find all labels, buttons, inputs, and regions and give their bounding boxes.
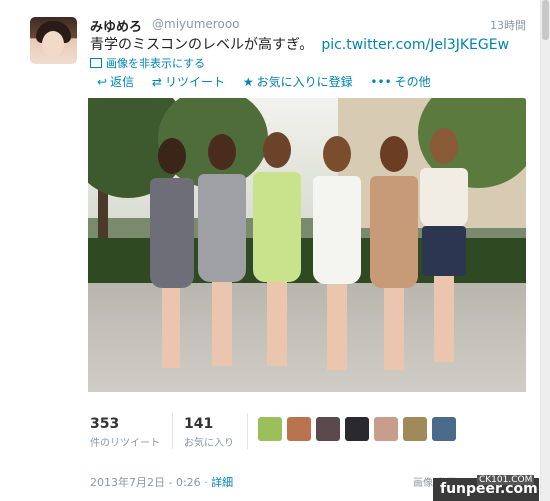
media-icon — [90, 58, 102, 68]
favorite-count[interactable]: 141 — [184, 416, 213, 432]
more-button[interactable]: ••• その他 — [370, 75, 430, 89]
avatar-face — [42, 31, 64, 57]
tweet-card: みゆめろ @miyumerooo 13時間 青学のミスコンのレベルが高すぎ。 pi… — [0, 0, 541, 501]
avatar[interactable] — [403, 417, 427, 441]
favorite-button[interactable]: ★ お気に入りに登録 — [243, 75, 353, 89]
tweet-text: 青学のミスコンのレベルが高すぎ。 pic.twitter.com/Jel3JKEG… — [90, 34, 509, 54]
more-dots-icon: ••• — [370, 75, 392, 89]
retweet-count-label: 件のリツイート — [90, 438, 160, 449]
date-separator: · — [204, 476, 208, 489]
stats-divider — [247, 413, 248, 449]
more-label: その他 — [394, 75, 431, 89]
retweet-count[interactable]: 353 — [90, 416, 119, 432]
retweet-button[interactable]: ⇄ リツイート — [152, 75, 225, 89]
hide-media-label: 画像を非表示にする — [106, 57, 206, 70]
avatar[interactable] — [287, 417, 311, 441]
tweet-actions: ↩ 返信 ⇄ リツイート ★ お気に入りに登録 ••• その他 — [97, 73, 445, 90]
display-name[interactable]: みゆめろ — [90, 16, 142, 35]
timestamp[interactable]: 13時間 — [490, 17, 526, 33]
watermark-main: funpeer.com — [440, 481, 538, 497]
favorite-label: お気に入りに登録 — [256, 75, 353, 89]
avatar[interactable] — [345, 417, 369, 441]
star-icon: ★ — [242, 75, 254, 89]
favorite-count-label: お気に入り — [184, 438, 234, 449]
avatar[interactable] — [374, 417, 398, 441]
scrollbar-thumb[interactable] — [542, 0, 549, 40]
avatar[interactable] — [316, 417, 340, 441]
avatar[interactable] — [258, 417, 282, 441]
tweet-media-link[interactable]: pic.twitter.com/Jel3JKEGEw — [321, 37, 509, 53]
photo-pavement — [88, 283, 526, 392]
detail-link[interactable]: 詳細 — [211, 476, 233, 489]
tweet-date: 2013年7月2日 - 0:26 · 詳細 — [90, 474, 233, 490]
retweet-icon: ⇄ — [151, 75, 162, 89]
avatar[interactable] — [30, 17, 77, 64]
reply-icon: ↩ — [97, 75, 108, 89]
avatar[interactable] — [432, 417, 456, 441]
retweet-label: リツイート — [164, 75, 225, 89]
tweet-body: 青学のミスコンのレベルが高すぎ。 — [90, 37, 314, 53]
reply-button[interactable]: ↩ 返信 — [97, 75, 134, 89]
date-text: 2013年7月2日 - 0:26 — [90, 476, 201, 489]
scrollbar[interactable] — [541, 0, 550, 501]
user-handle[interactable]: @miyumerooo — [152, 17, 240, 31]
tweet-photo[interactable] — [88, 98, 526, 392]
hide-media-link[interactable]: 画像を非表示にする — [90, 55, 205, 71]
stats-divider — [172, 413, 173, 449]
reply-label: 返信 — [110, 75, 135, 89]
